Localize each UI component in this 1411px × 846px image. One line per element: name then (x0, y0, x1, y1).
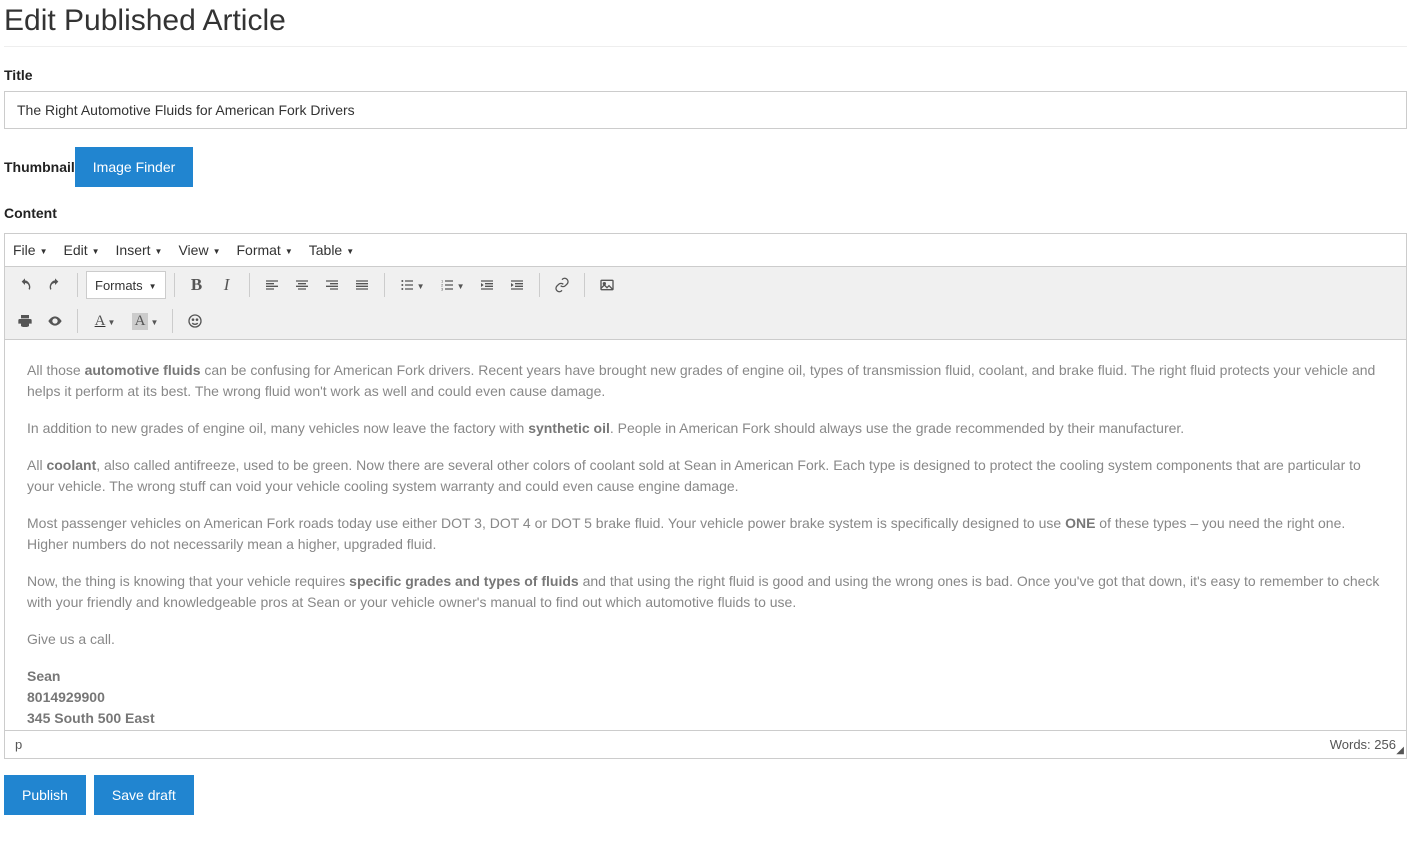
menu-format[interactable]: Format▼ (236, 238, 292, 262)
menu-edit[interactable]: Edit▼ (63, 238, 99, 262)
text-color-icon[interactable]: A▼ (86, 307, 124, 335)
menu-insert[interactable]: Insert▼ (116, 238, 163, 262)
thumbnail-label: Thumbnail (4, 159, 75, 175)
outdent-icon[interactable] (473, 271, 501, 299)
word-count: Words: 256 (1330, 737, 1396, 752)
bullet-list-icon[interactable]: ▼ (393, 271, 431, 299)
align-justify-icon[interactable] (348, 271, 376, 299)
caret-down-icon: ▼ (346, 247, 354, 256)
editor-toolbar: Formats▼ B I ▼ 123▼ A▼ A▼ (5, 267, 1406, 340)
numbered-list-icon[interactable]: 123▼ (433, 271, 471, 299)
menu-table[interactable]: Table▼ (309, 238, 354, 262)
caret-down-icon: ▼ (155, 247, 163, 256)
title-label: Title (4, 67, 33, 83)
link-icon[interactable] (548, 271, 576, 299)
caret-down-icon: ▼ (92, 247, 100, 256)
formats-dropdown[interactable]: Formats▼ (86, 271, 166, 299)
content-label: Content (4, 205, 57, 221)
svg-text:3: 3 (441, 286, 444, 291)
background-color-icon[interactable]: A▼ (126, 307, 164, 335)
page-title: Edit Published Article (4, 4, 1407, 38)
caret-down-icon: ▼ (285, 247, 293, 256)
caret-down-icon: ▼ (213, 247, 221, 256)
divider (4, 46, 1407, 47)
image-finder-button[interactable]: Image Finder (75, 147, 193, 187)
save-draft-button[interactable]: Save draft (94, 775, 194, 815)
redo-icon[interactable] (41, 271, 69, 299)
element-path[interactable]: p (15, 737, 22, 752)
editor-content[interactable]: All those automotive fluids can be confu… (5, 340, 1406, 730)
print-icon[interactable] (11, 307, 39, 335)
resize-handle-icon[interactable]: ◢ (1396, 745, 1404, 756)
title-input[interactable] (4, 91, 1407, 129)
rich-text-editor: File▼ Edit▼ Insert▼ View▼ Format▼ Table▼… (4, 233, 1407, 759)
undo-icon[interactable] (11, 271, 39, 299)
signature-block: Sean 8014929900 345 South 500 East Ameri… (27, 666, 1384, 730)
image-icon[interactable] (593, 271, 621, 299)
menu-view[interactable]: View▼ (178, 238, 220, 262)
align-center-icon[interactable] (288, 271, 316, 299)
editor-menubar: File▼ Edit▼ Insert▼ View▼ Format▼ Table▼ (5, 234, 1406, 267)
italic-icon[interactable]: I (213, 271, 241, 299)
emoji-icon[interactable] (181, 307, 209, 335)
align-right-icon[interactable] (318, 271, 346, 299)
menu-file[interactable]: File▼ (13, 238, 47, 262)
align-left-icon[interactable] (258, 271, 286, 299)
publish-button[interactable]: Publish (4, 775, 86, 815)
preview-icon[interactable] (41, 307, 69, 335)
editor-statusbar: p Words: 256 ◢ (5, 730, 1406, 758)
bold-icon[interactable]: B (183, 271, 211, 299)
indent-icon[interactable] (503, 271, 531, 299)
caret-down-icon: ▼ (40, 247, 48, 256)
